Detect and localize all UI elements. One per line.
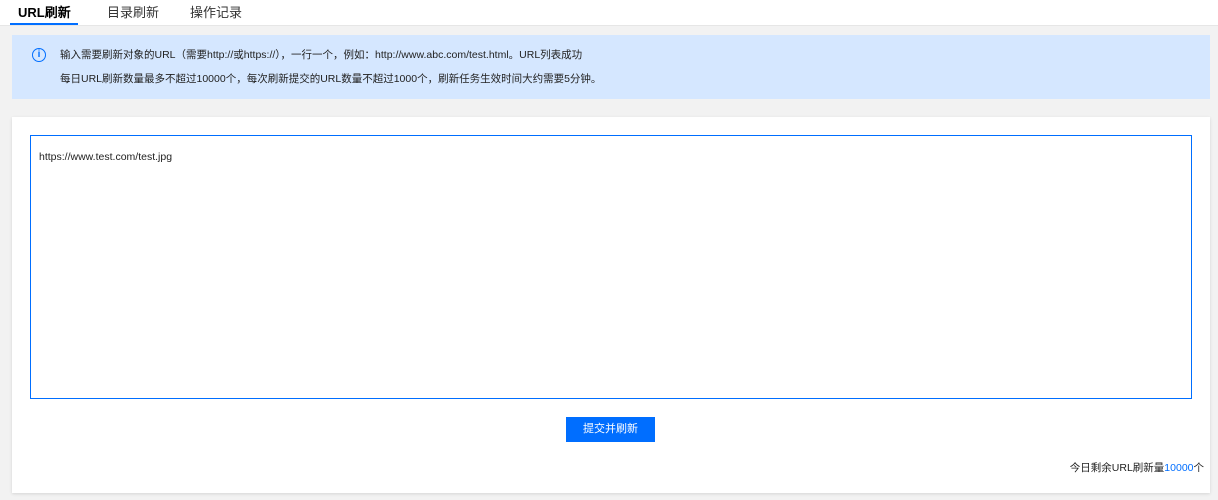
notice-line-1: 输入需要刷新对象的URL（需要http://或https://），一行一个，例如… [60,49,583,61]
notice-banner: i 输入需要刷新对象的URL（需要http://或https://），一行一个，… [12,35,1210,99]
tab-directory-refresh[interactable]: 目录刷新 [107,5,159,21]
info-icon: i [32,48,46,62]
url-input[interactable]: https://www.test.com/test.jpg [30,135,1192,399]
active-tab-indicator [10,23,78,25]
submit-refresh-button[interactable]: 提交并刷新 [566,417,655,442]
notice-line-2: 每日URL刷新数量最多不超过10000个，每次刷新提交的URL数量不超过1000… [60,73,602,85]
tab-operation-log[interactable]: 操作记录 [190,5,242,21]
quota-prefix: 今日剩余URL刷新量 [1069,462,1165,474]
quota-count: 10000 [1164,462,1194,474]
tab-bar: URL刷新 目录刷新 操作记录 [0,0,1218,26]
quota-suffix: 个 [1193,462,1205,474]
tab-url-refresh[interactable]: URL刷新 [18,5,71,21]
remaining-quota: 今日剩余URL刷新量10000个 [1070,461,1204,475]
url-refresh-card: https://www.test.com/test.jpg 提交并刷新 今日剩余… [12,117,1210,493]
page: URL刷新 目录刷新 操作记录 i 输入需要刷新对象的URL（需要http://… [0,0,1218,500]
